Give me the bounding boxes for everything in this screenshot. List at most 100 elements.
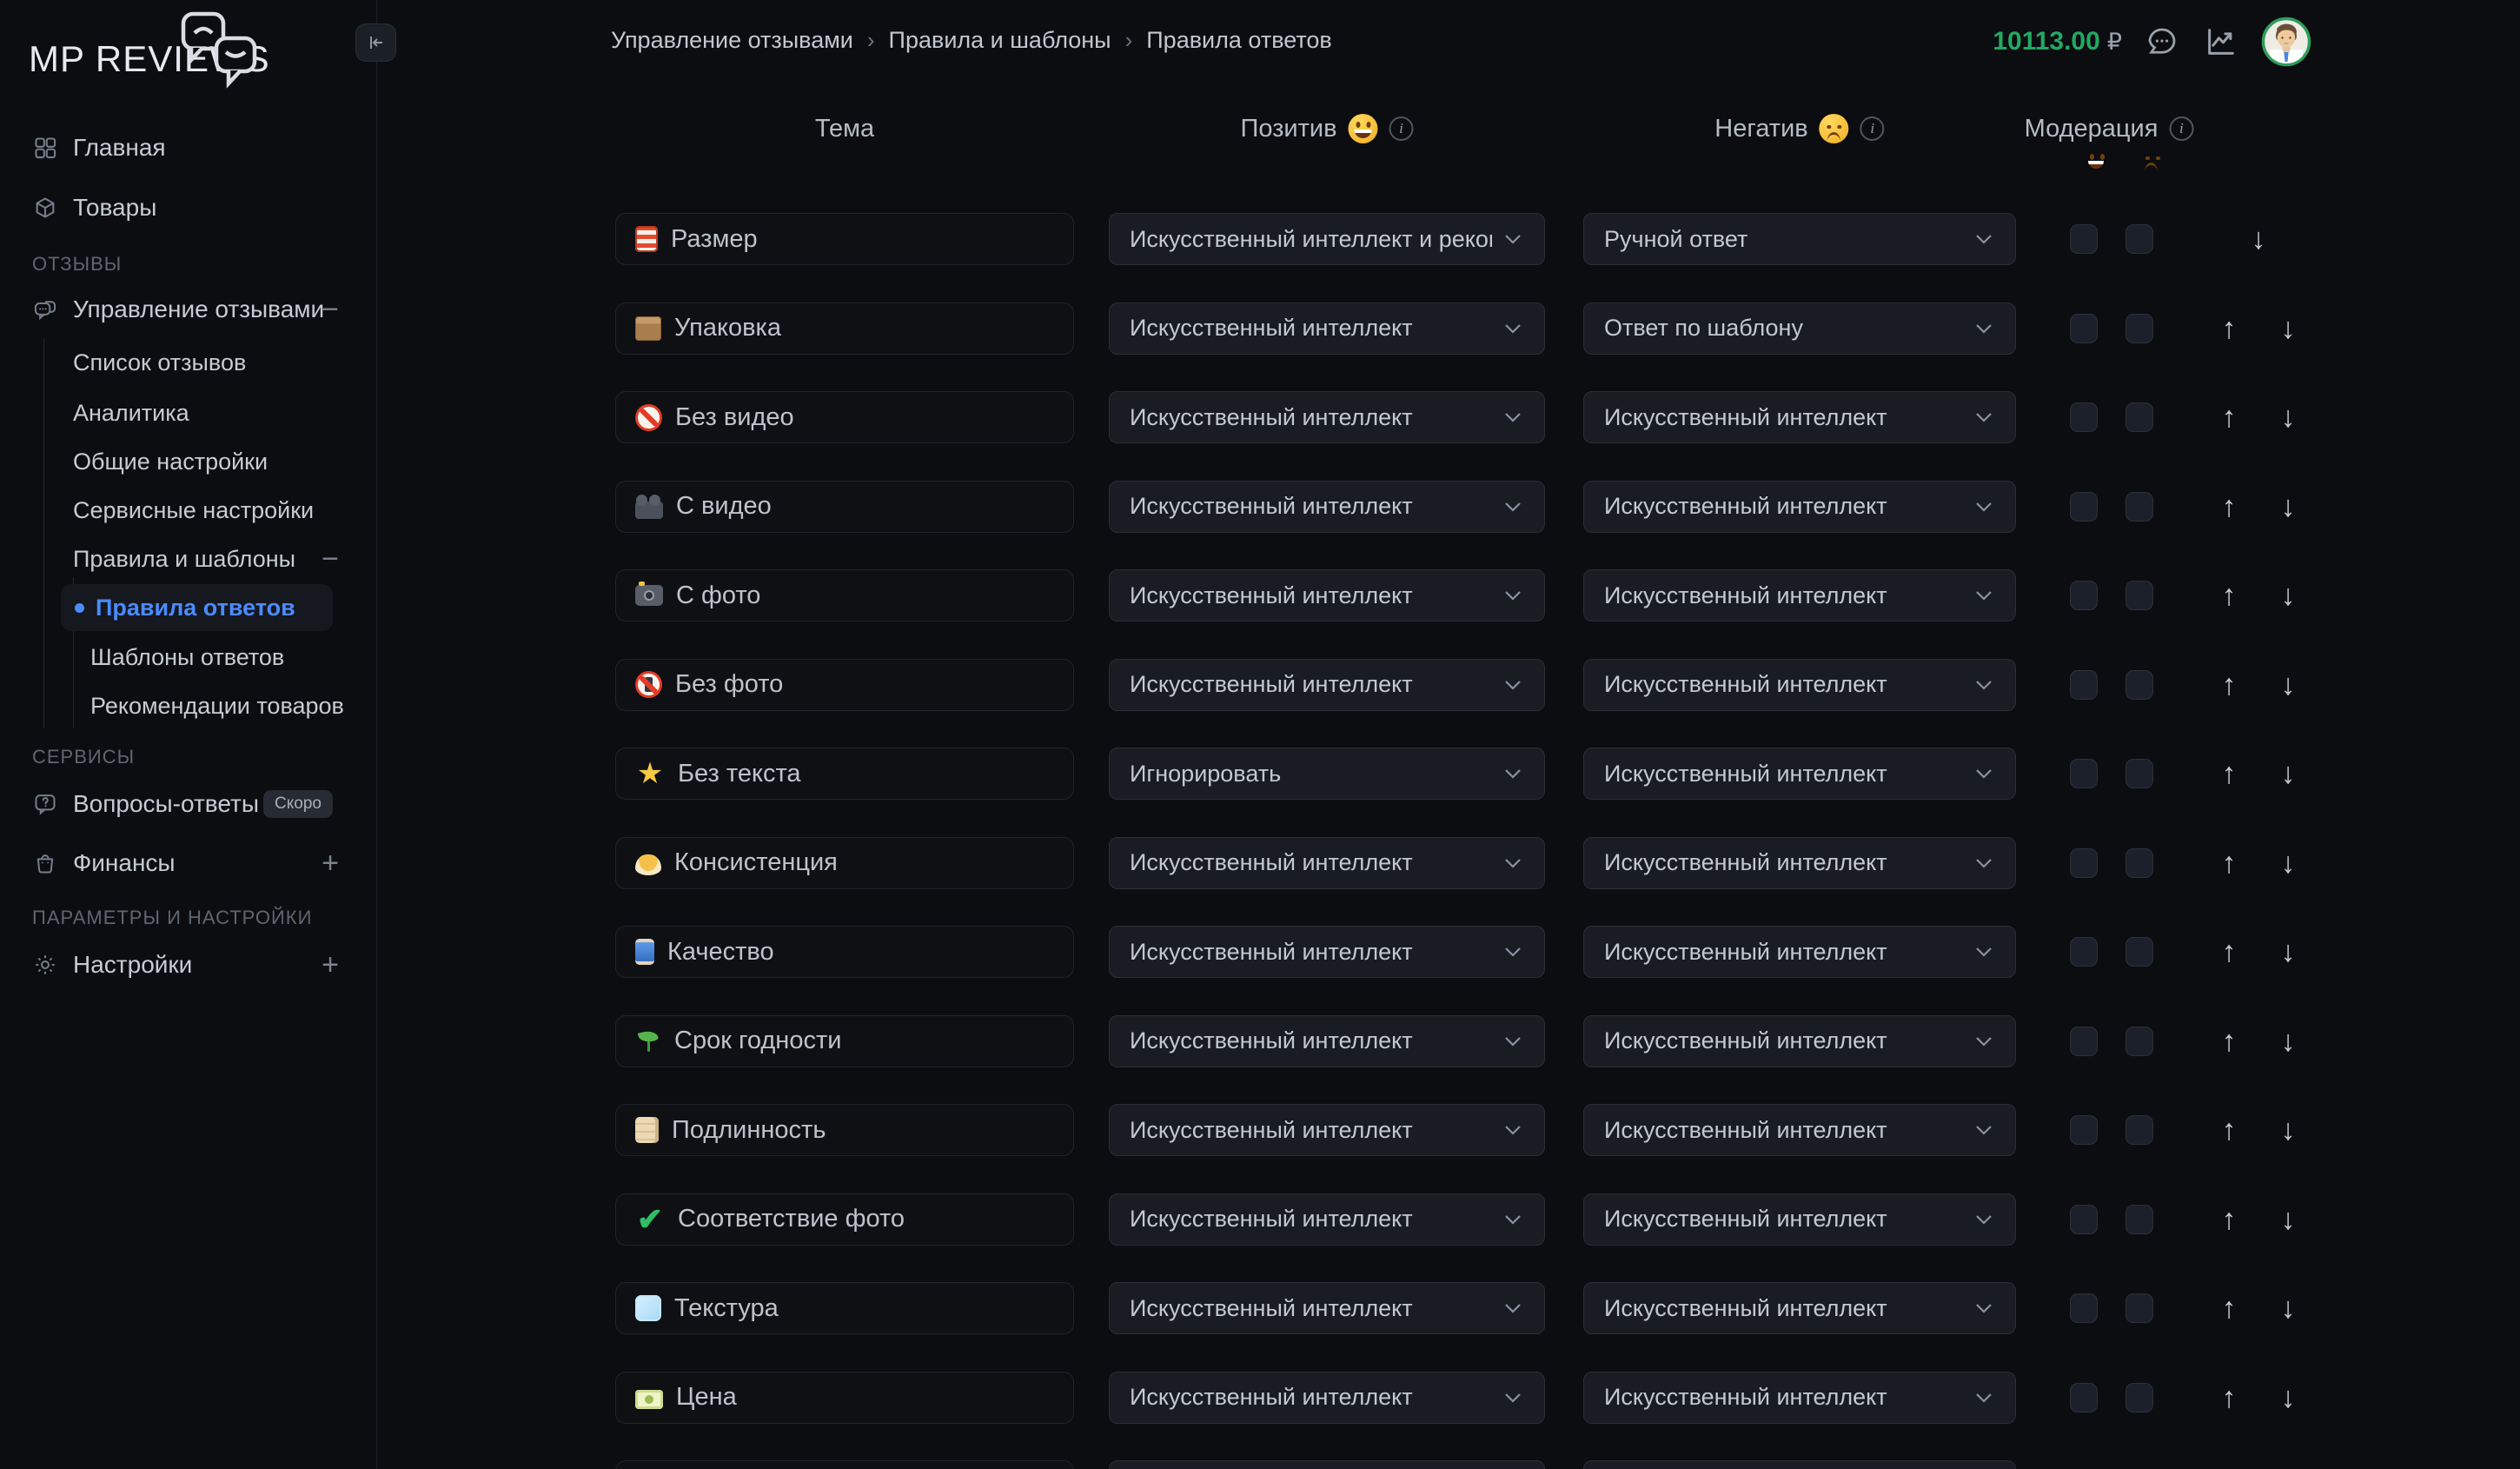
positive-response-select[interactable] [1109,1460,1545,1469]
moderation-negative-checkbox[interactable] [2125,1027,2153,1056]
topic-field[interactable]: С видео [615,481,1074,533]
info-icon[interactable] [1389,116,1414,141]
sidebar-item-products[interactable]: Товары [0,183,377,232]
positive-response-select[interactable]: Искусственный интеллект [1109,837,1545,889]
sidebar-item-response-rules-active[interactable]: Правила ответов [61,584,333,631]
move-down-icon[interactable]: ↓ [2237,224,2280,254]
move-down-icon[interactable]: ↓ [2266,1205,2310,1234]
move-down-icon[interactable]: ↓ [2266,848,2310,878]
move-up-icon[interactable]: ↑ [2207,314,2251,343]
sidebar-item-analytics[interactable]: Аналитика [0,389,377,437]
positive-response-select[interactable]: Искусственный интеллект [1109,391,1545,443]
moderation-negative-checkbox[interactable] [2125,848,2153,878]
move-up-icon[interactable]: ↑ [2207,1205,2251,1234]
moderation-negative-checkbox[interactable] [2125,1293,2153,1323]
negative-response-select[interactable]: Ответ по шаблону [1583,302,2016,355]
topic-field[interactable]: Без фото [615,659,1074,711]
negative-response-select[interactable]: Искусственный интеллект [1583,748,2016,800]
positive-response-select[interactable]: Искусственный интеллект [1109,926,1545,978]
move-down-icon[interactable]: ↓ [2266,1383,2310,1412]
topic-field[interactable]: Срок годности [615,1015,1074,1067]
moderation-positive-checkbox[interactable] [2070,670,2098,700]
negative-response-select[interactable]: Искусственный интеллект [1583,1015,2016,1067]
moderation-positive-checkbox[interactable] [2070,1293,2098,1323]
positive-response-select[interactable]: Искусственный интеллект и рекоменда... [1109,213,1545,265]
move-down-icon[interactable]: ↓ [2266,581,2310,610]
breadcrumb-item[interactable]: Управление отзывами [611,27,853,54]
moderation-positive-checkbox[interactable] [2070,1383,2098,1412]
positive-response-select[interactable]: Искусственный интеллект [1109,1193,1545,1246]
topic-field[interactable]: ★Без текста [615,748,1074,800]
sidebar-item-response-templates[interactable]: Шаблоны ответов [0,633,377,681]
negative-response-select[interactable] [1583,1460,2016,1469]
move-down-icon[interactable]: ↓ [2266,759,2310,788]
move-up-icon[interactable]: ↑ [2207,848,2251,878]
move-up-icon[interactable]: ↑ [2207,1383,2251,1412]
negative-response-select[interactable]: Искусственный интеллект [1583,1104,2016,1156]
move-up-icon[interactable]: ↑ [2207,1027,2251,1056]
moderation-negative-checkbox[interactable] [2125,314,2153,343]
negative-response-select[interactable]: Искусственный интеллект [1583,391,2016,443]
negative-response-select[interactable]: Искусственный интеллект [1583,1193,2016,1246]
move-down-icon[interactable]: ↓ [2266,402,2310,432]
messages-icon[interactable] [2143,23,2181,61]
collapse-minus-icon[interactable]: − [322,295,339,324]
sidebar-item-rules-templates[interactable]: Правила и шаблоны − [0,535,377,583]
sidebar-item-settings[interactable]: Настройки + [0,941,377,989]
moderation-positive-checkbox[interactable] [2070,581,2098,610]
move-up-icon[interactable]: ↑ [2207,759,2251,788]
positive-response-select[interactable]: Искусственный интеллект [1109,302,1545,355]
positive-response-select[interactable]: Искусственный интеллект [1109,1372,1545,1424]
topic-field[interactable]: Цена [615,1372,1074,1424]
topic-field[interactable]: Подлинность [615,1104,1074,1156]
negative-response-select[interactable]: Искусственный интеллект [1583,1372,2016,1424]
moderation-negative-checkbox[interactable] [2125,1383,2153,1412]
topic-field[interactable]: С фото [615,569,1074,622]
move-down-icon[interactable]: ↓ [2266,1293,2310,1323]
moderation-negative-checkbox[interactable] [2125,1115,2153,1145]
moderation-negative-checkbox[interactable] [2125,402,2153,432]
move-up-icon[interactable]: ↑ [2207,581,2251,610]
topic-field[interactable]: Размер [615,213,1074,265]
move-down-icon[interactable]: ↓ [2266,937,2310,967]
sidebar-collapse-button[interactable] [355,23,396,62]
sidebar-item-review-list[interactable]: Список отзывов [0,338,377,387]
moderation-negative-checkbox[interactable] [2125,224,2153,254]
move-down-icon[interactable]: ↓ [2266,670,2310,700]
moderation-positive-checkbox[interactable] [2070,848,2098,878]
moderation-positive-checkbox[interactable] [2070,1027,2098,1056]
topic-field[interactable]: Без видео [615,391,1074,443]
moderation-negative-checkbox[interactable] [2125,581,2153,610]
negative-response-select[interactable]: Искусственный интеллект [1583,659,2016,711]
negative-response-select[interactable]: Ручной ответ [1583,213,2016,265]
sidebar-item-general-settings[interactable]: Общие настройки [0,437,377,486]
move-down-icon[interactable]: ↓ [2266,314,2310,343]
positive-response-select[interactable]: Искусственный интеллект [1109,1282,1545,1334]
move-up-icon[interactable]: ↑ [2207,670,2251,700]
topic-field[interactable]: Качество [615,926,1074,978]
moderation-positive-checkbox[interactable] [2070,224,2098,254]
negative-response-select[interactable]: Искусственный интеллект [1583,569,2016,622]
move-up-icon[interactable]: ↑ [2207,937,2251,967]
move-up-icon[interactable]: ↑ [2207,1293,2251,1323]
move-down-icon[interactable]: ↓ [2266,1027,2310,1056]
positive-response-select[interactable]: Игнорировать [1109,748,1545,800]
sidebar-item-home[interactable]: Главная [0,123,377,172]
positive-response-select[interactable]: Искусственный интеллект [1109,1015,1545,1067]
collapse-minus-icon[interactable]: − [322,544,339,574]
topic-field[interactable]: Консистенция [615,837,1074,889]
negative-response-select[interactable]: Искусственный интеллект [1583,1282,2016,1334]
move-up-icon[interactable]: ↑ [2207,402,2251,432]
move-down-icon[interactable]: ↓ [2266,1115,2310,1145]
expand-plus-icon[interactable]: + [322,848,339,878]
moderation-negative-checkbox[interactable] [2125,937,2153,967]
moderation-positive-checkbox[interactable] [2070,314,2098,343]
positive-response-select[interactable]: Искусственный интеллект [1109,1104,1545,1156]
move-up-icon[interactable]: ↑ [2207,1115,2251,1145]
moderation-positive-checkbox[interactable] [2070,402,2098,432]
sidebar-item-product-recommendations[interactable]: Рекомендации товаров [0,681,377,730]
info-icon[interactable] [2169,116,2193,141]
moderation-negative-checkbox[interactable] [2125,1205,2153,1234]
positive-response-select[interactable]: Искусственный интеллект [1109,481,1545,533]
topic-field[interactable] [615,1460,1074,1469]
